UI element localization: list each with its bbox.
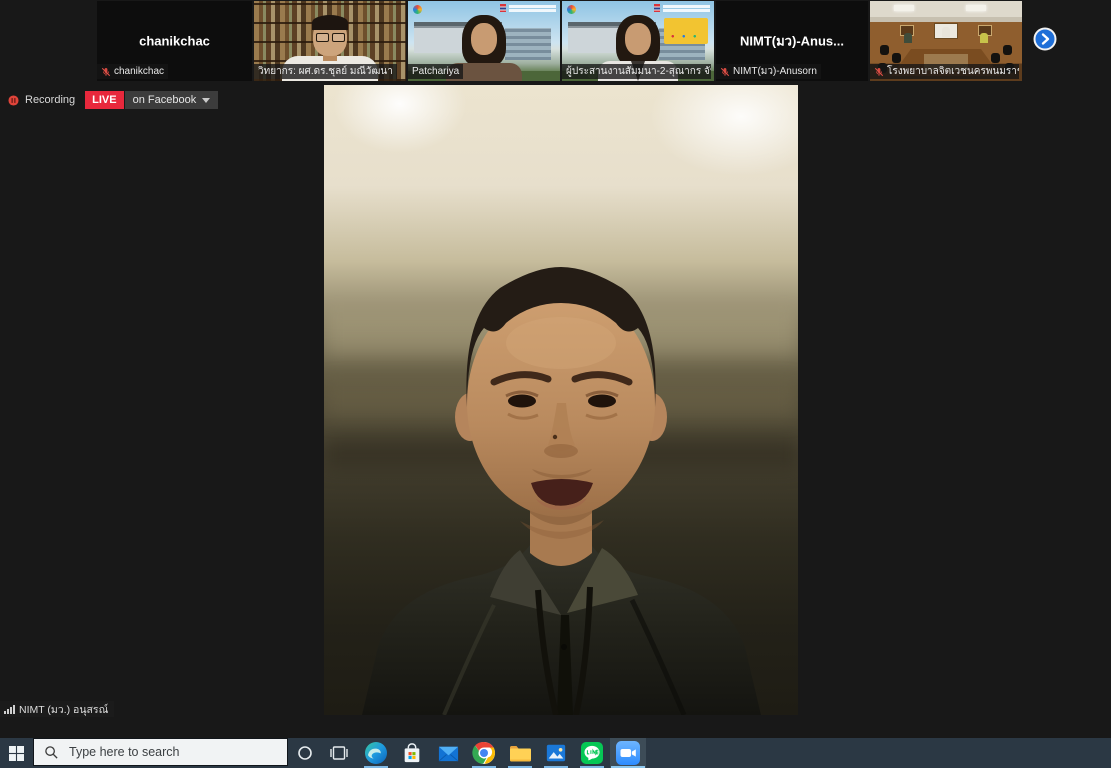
participant-label-text: Patchariya: [412, 64, 459, 79]
thumbnail-person: [625, 23, 651, 55]
participant-thumbnail[interactable]: โรงพยาบาลจิตเวชนครพนมราชนค...: [870, 1, 1022, 81]
taskbar-app-zoom[interactable]: [610, 738, 646, 768]
participant-label: ผู้ประสานงานสัมมนา-2-สุณากร จันทร์...: [562, 64, 711, 79]
participant-name-text: NIMT(มว)-Anus...: [740, 31, 844, 52]
thumbnail-person: [980, 33, 988, 43]
participant-label: โรงพยาบาลจิตเวชนครพนมราชนค...: [870, 64, 1019, 79]
search-input[interactable]: [67, 744, 271, 760]
chair: [991, 53, 1000, 63]
participant-label: chanikchac: [97, 64, 168, 79]
participant-label-text: โรงพยาบาลจิตเวชนครพนมราชนค...: [887, 64, 1019, 79]
muted-mic-icon: [874, 67, 884, 77]
sdg-logo-icon: [413, 5, 422, 14]
participant-thumbnail[interactable]: NIMT(มว)-Anus... NIMT(มว)-Anusorn: [716, 1, 868, 81]
chair: [880, 45, 889, 55]
start-button[interactable]: [0, 738, 33, 768]
speaker-person: [324, 85, 798, 715]
live-destination-dropdown[interactable]: on Facebook: [125, 91, 219, 109]
nimt-logo-icon: [500, 4, 556, 16]
signal-bars-icon: [4, 704, 15, 714]
live-destination-label: on Facebook: [133, 93, 197, 107]
live-badge: LIVE: [85, 91, 123, 109]
recording-indicator[interactable]: Recording: [8, 94, 75, 106]
chevron-right-icon: [1033, 27, 1057, 51]
task-view-icon: [330, 746, 348, 760]
muted-mic-icon: [720, 67, 730, 77]
taskbar-app-photos[interactable]: [538, 738, 574, 768]
taskbar-app-store[interactable]: [394, 738, 430, 768]
participant-label-text: วิทยากร: ผศ.ดร.ชุลย์ มณีวัฒนา: [258, 64, 393, 79]
chrome-icon: [472, 741, 496, 765]
participant-thumbnail[interactable]: Patchariya: [408, 1, 560, 81]
windows-taskbar: [0, 738, 1111, 768]
caret-down-icon: [202, 97, 210, 103]
windows-logo-icon: [9, 746, 24, 761]
taskbar-app-file-explorer[interactable]: [502, 738, 538, 768]
participant-label-text: chanikchac: [114, 64, 164, 79]
recording-label: Recording: [25, 94, 75, 106]
participant-label: วิทยากร: ผศ.ดร.ชุลย์ มณีวัฒนา: [254, 64, 397, 79]
photos-icon: [545, 742, 567, 764]
task-view-button[interactable]: [322, 738, 356, 768]
participant-label: Patchariya: [408, 64, 463, 79]
participant-thumbnail[interactable]: วิทยากร: ผศ.ดร.ชุลย์ มณีวัฒนา: [254, 1, 406, 81]
taskbar-app-line[interactable]: [574, 738, 610, 768]
active-speaker-name: NIMT (มว.) อนุสรณ์: [19, 701, 108, 718]
thumbnail-person: [904, 33, 912, 43]
participant-thumbnail[interactable]: ผู้ประสานงานสัมมนา-2-สุณากร จันทร์...: [562, 1, 714, 81]
zoom-icon: [616, 741, 640, 765]
thumbnail-person: [471, 23, 497, 55]
muted-mic-icon: [101, 67, 111, 77]
status-row: Recording LIVE on Facebook: [8, 91, 218, 109]
chair: [1003, 45, 1012, 55]
ceiling-light: [894, 5, 914, 11]
participant-label: NIMT(มว)-Anusorn: [716, 64, 821, 79]
virtual-background-building: [505, 28, 551, 60]
taskbar-search[interactable]: [33, 738, 288, 766]
taskbar-app-edge[interactable]: [358, 738, 394, 768]
participant-name-text: chanikchac: [139, 34, 210, 49]
cortana-icon: [297, 745, 313, 761]
recording-pause-icon: [8, 95, 19, 106]
thumbnail-person: [315, 33, 345, 41]
participant-label-text: ผู้ประสานงานสัมมนา-2-สุณากร จันทร์...: [566, 64, 711, 79]
line-icon: [581, 742, 603, 764]
microsoft-store-icon: [401, 742, 423, 764]
ceiling-light: [966, 5, 986, 11]
chair: [892, 53, 901, 63]
thumbnail-person: [312, 15, 348, 30]
search-icon: [44, 745, 59, 760]
participant-label-text: NIMT(มว)-Anusorn: [733, 64, 817, 79]
zoom-meeting-window: chanikchac chanikchac วิทยากร: ผศ.ดร.ชุล…: [0, 0, 1111, 768]
active-speaker-label: NIMT (มว.) อนุสรณ์: [0, 701, 114, 717]
taskbar-app-chrome[interactable]: [466, 738, 502, 768]
taskbar-app-mail[interactable]: [430, 738, 466, 768]
main-video: [324, 85, 798, 715]
edge-icon: [364, 741, 388, 765]
training-banner: [664, 18, 708, 44]
cortana-button[interactable]: [288, 738, 322, 768]
thumbnail-person: [942, 27, 950, 37]
file-explorer-icon: [508, 741, 532, 765]
next-videos-button[interactable]: [1033, 27, 1057, 51]
nimt-logo-icon: [654, 4, 710, 16]
sdg-logo-icon: [567, 5, 576, 14]
mail-icon: [437, 742, 460, 765]
participant-thumbnail[interactable]: chanikchac chanikchac: [97, 1, 252, 81]
